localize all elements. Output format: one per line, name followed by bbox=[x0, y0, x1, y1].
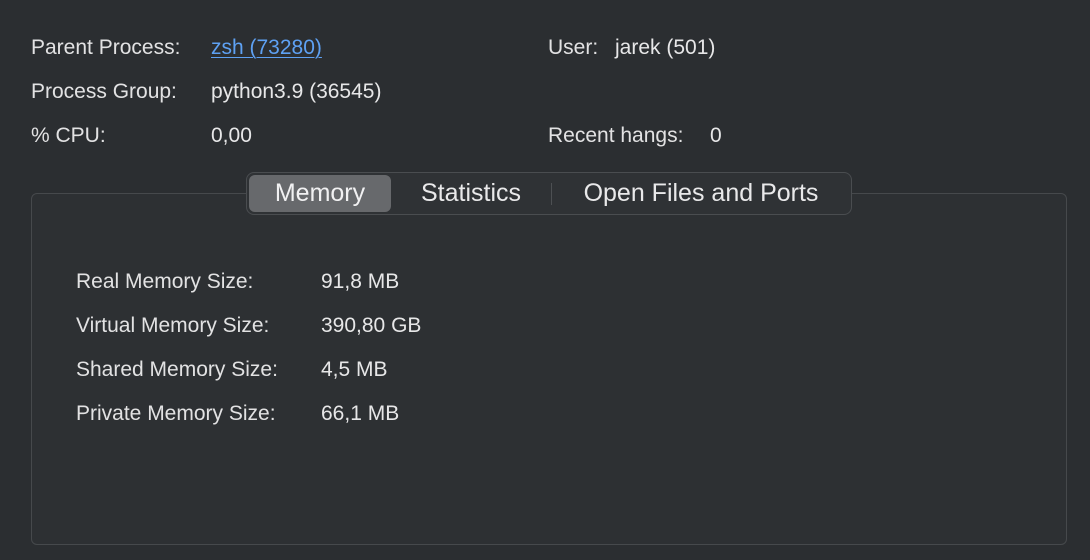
tab-divider bbox=[551, 183, 552, 205]
parent-process-label: Parent Process: bbox=[31, 36, 181, 59]
process-group-value: python3.9 (36545) bbox=[211, 80, 382, 103]
user-label: User: bbox=[548, 36, 599, 59]
user-value: jarek (501) bbox=[615, 36, 716, 59]
shared-memory-label: Shared Memory Size: bbox=[76, 358, 278, 381]
parent-process-link[interactable]: zsh (73280) bbox=[211, 37, 322, 58]
tab-bar: Memory Statistics Open Files and Ports bbox=[246, 172, 852, 215]
cpu-value: 0,00 bbox=[211, 124, 252, 147]
real-memory-value: 91,8 MB bbox=[321, 270, 400, 293]
virtual-memory-label: Virtual Memory Size: bbox=[76, 314, 270, 337]
cpu-label: % CPU: bbox=[31, 124, 106, 147]
private-memory-value: 66,1 MB bbox=[321, 402, 400, 425]
shared-memory-value: 4,5 MB bbox=[321, 358, 388, 381]
tab-open-files-and-ports[interactable]: Open Files and Ports bbox=[553, 175, 849, 212]
tab-statistics[interactable]: Statistics bbox=[393, 175, 549, 212]
tab-memory[interactable]: Memory bbox=[249, 175, 391, 212]
recent-hangs-label: Recent hangs: bbox=[548, 124, 684, 147]
private-memory-label: Private Memory Size: bbox=[76, 402, 276, 425]
real-memory-label: Real Memory Size: bbox=[76, 270, 254, 293]
virtual-memory-value: 390,80 GB bbox=[321, 314, 422, 337]
recent-hangs-value: 0 bbox=[710, 124, 722, 147]
process-group-label: Process Group: bbox=[31, 80, 177, 103]
